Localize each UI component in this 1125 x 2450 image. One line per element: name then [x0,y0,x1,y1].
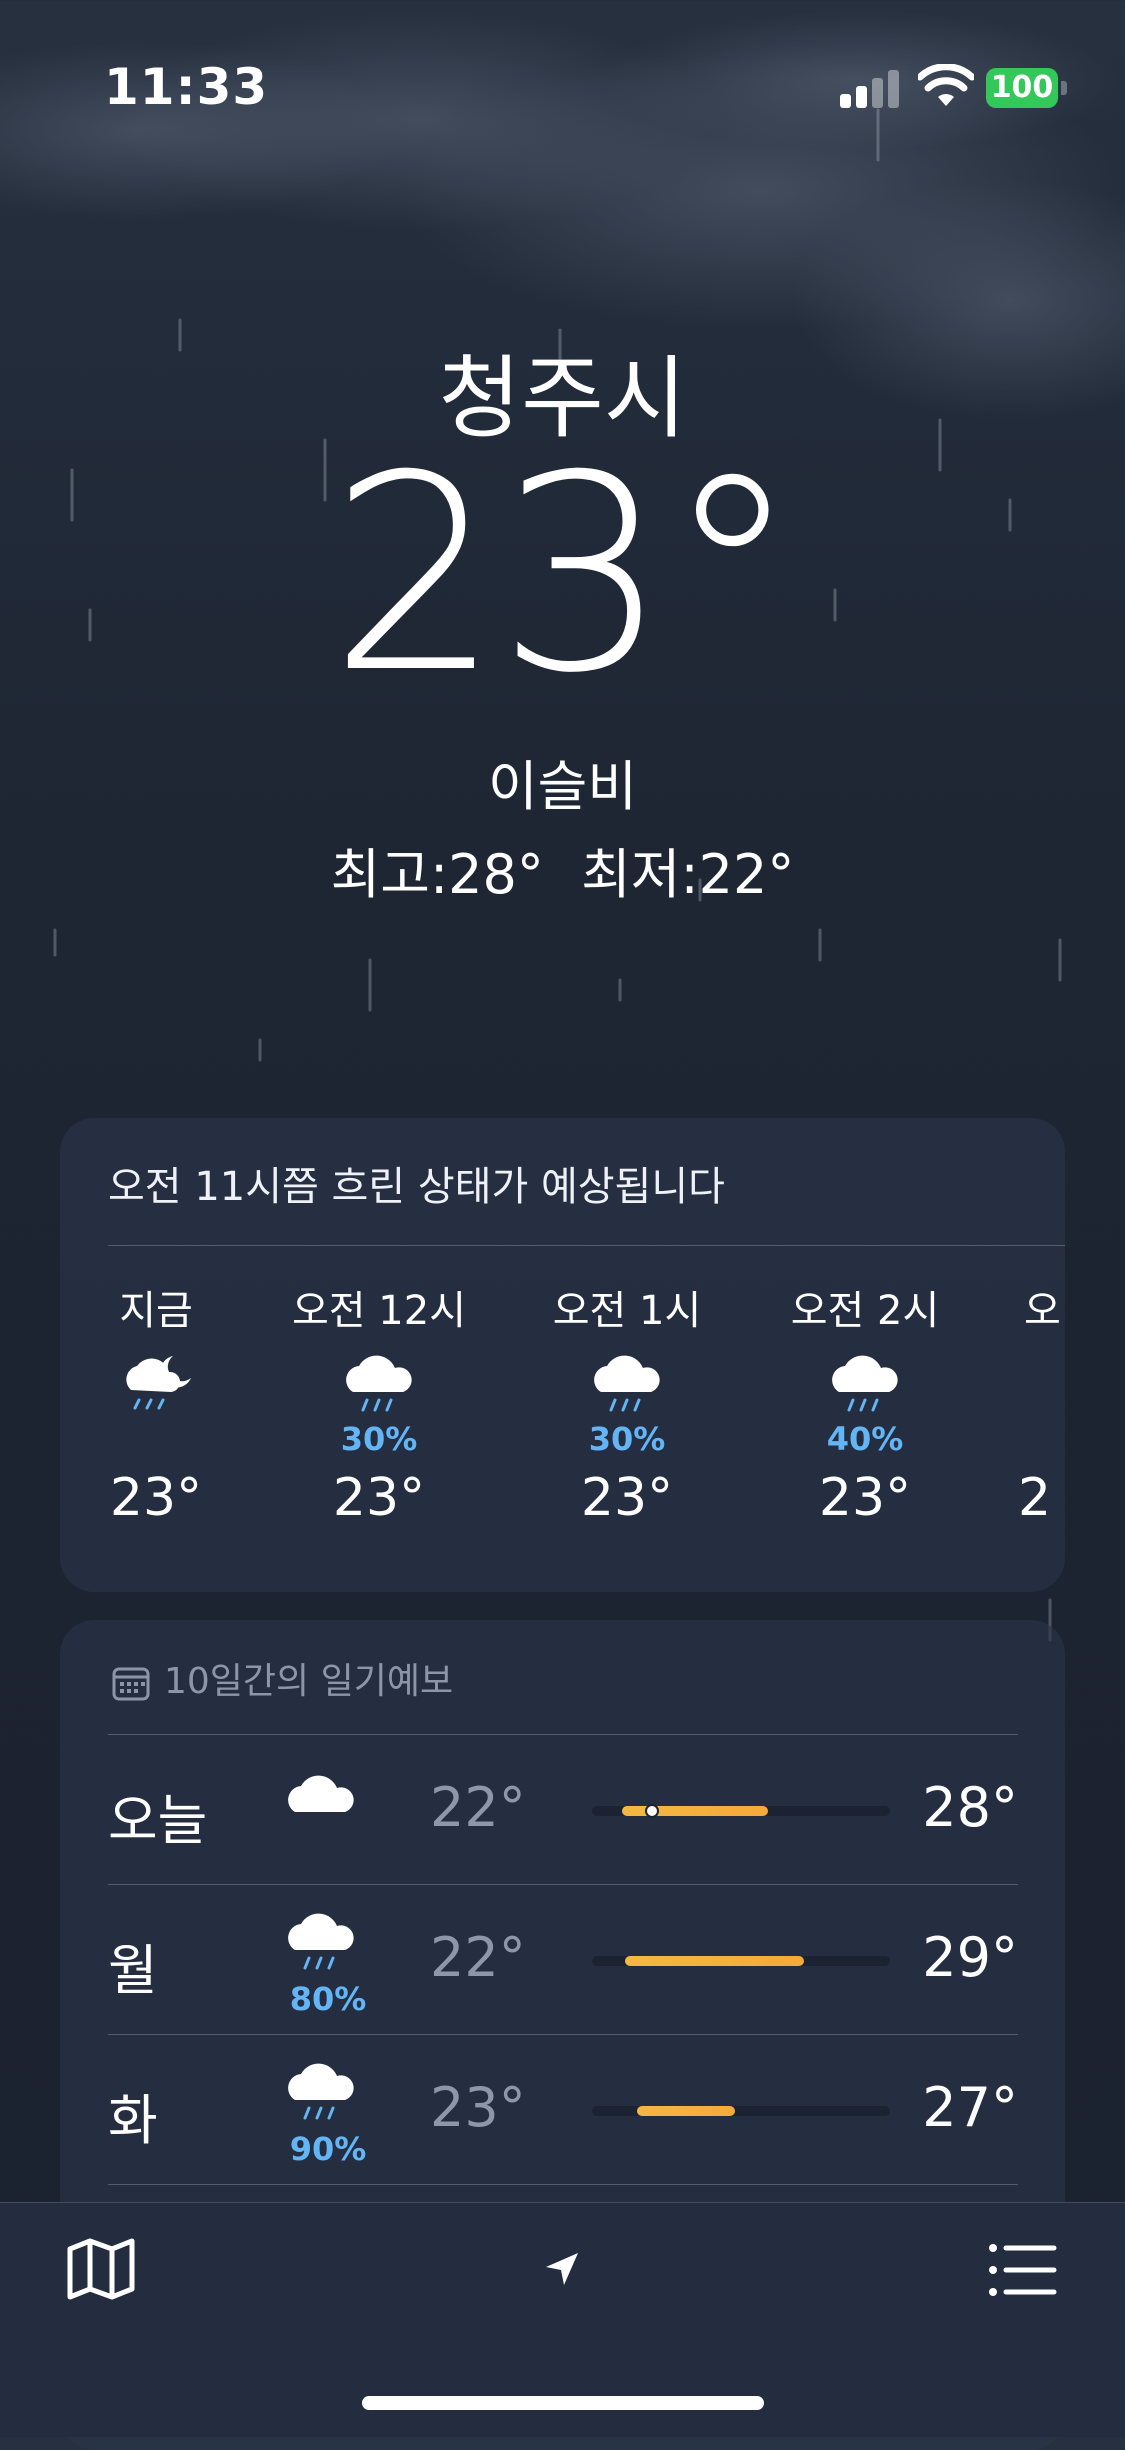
cloud-moon-rain-icon [60,1346,256,1420]
forecast-high: 27° [922,2076,1018,2139]
forecast-high: 28° [922,1776,1018,1839]
hour-item: 오전 12시 30% 23° [279,1278,479,1528]
hour-label: 오전 2시 [790,1288,940,1334]
precip-chance: 30% [340,1420,418,1458]
cloud-rain-icon [527,1346,727,1420]
precip-chance: 80% [289,1980,367,2018]
divider [108,1245,1065,1246]
hour-temp: 23° [332,1468,426,1528]
hour-label: 오전 1시 [552,1288,702,1334]
cloud-rain-icon [279,1346,479,1420]
hour-label: 지금 [119,1288,193,1334]
forecast-day: 화 [108,2089,158,2152]
low-temp: 최저:22° [581,843,795,906]
map-icon[interactable] [66,2237,136,2301]
hour-temp: 23° [818,1468,912,1528]
high-low: 최고:28° 최저:22° [0,830,1125,909]
hour-item: 오전 1시 30% 23° [527,1278,727,1528]
location-arrow-icon[interactable] [544,2251,580,2287]
forecast-day: 월 [108,1939,158,2002]
status-bar: 11:33 100 [0,0,1125,130]
precip-chance: 30% [588,1420,666,1458]
hour-temp: 2 [1018,1468,1052,1528]
forecast-header: 10일간의 일기예보 [112,1652,453,1704]
precip-chance: 90% [289,2130,367,2168]
calendar-icon [112,1667,150,1701]
hour-item: 오 2 [1002,1278,1065,1528]
hour-temp: 23° [109,1468,203,1528]
temp-range-bar [592,2106,890,2116]
hourly-forecast-card[interactable]: 오전 11시쯤 흐린 상태가 예상됩니다 지금 23° 오전 12시 30% 2… [60,1118,1065,1592]
forecast-row[interactable]: 화 90% 23° 27° [108,2034,1018,2184]
wifi-icon [918,64,974,106]
precip-chance [60,1420,256,1460]
hourly-scroll[interactable]: 지금 23° 오전 12시 30% 23° 오전 1시 30% 23° 오전 2… [60,1278,1065,1578]
list-icon[interactable] [988,2243,1058,2297]
forecast-day: 오늘 [108,1789,208,1852]
precip-chance: 40% [826,1420,904,1458]
hour-item: 오전 2시 40% 23° [765,1278,965,1528]
temp-range-bar [592,1956,890,1966]
cloud-rain-icon [765,1346,965,1420]
cloud-icon [283,1762,373,1826]
forecast-row[interactable]: 월 80% 22° 29° [108,1884,1018,2034]
cloud-rain-icon [283,1912,373,1976]
forecast-low: 22° [430,1926,526,1989]
battery-icon: 100 [986,68,1068,108]
weather-condition: 이슬비 [487,755,638,818]
battery-level: 100 [986,68,1058,108]
current-temperature: 23° [329,417,800,732]
forecast-low: 23° [430,2076,526,2139]
status-time: 11:33 [104,58,269,116]
current-temp-indicator [644,1804,659,1818]
temp-range-bar [592,1804,890,1818]
hour-label: 오전 12시 [291,1288,466,1334]
hour-item: 지금 23° [60,1278,256,1528]
home-indicator [362,2396,764,2410]
forecast-low: 22° [430,1776,526,1839]
high-temp: 최고:28° [330,843,544,906]
cloud-rain-icon [283,2062,373,2126]
forecast-title: 10일간의 일기예보 [164,1661,454,1702]
cellular-signal-icon [840,68,900,108]
forecast-row[interactable]: 오늘 22° 28° [108,1734,1018,1884]
hour-label: 오 [1024,1288,1061,1334]
forecast-high: 29° [922,1926,1018,1989]
hourly-summary: 오전 11시쯤 흐린 상태가 예상됩니다 [108,1164,725,1210]
hour-temp: 23° [580,1468,674,1528]
